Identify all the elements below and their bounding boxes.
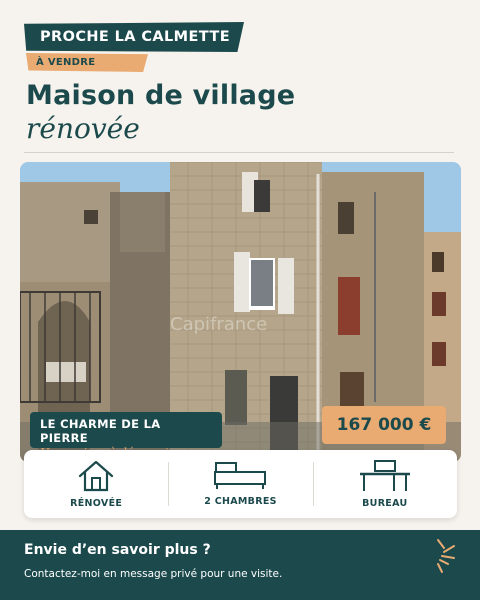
footer-title: Envie d’en savoir plus ?	[24, 542, 211, 558]
feature-renovated: RÉNOVÉE	[24, 450, 168, 518]
desk-icon	[359, 460, 410, 491]
contact-footer: Envie d’en savoir plus ? Contactez-moi e…	[0, 530, 480, 600]
footer-text: Contactez-moi en message privé pour une …	[24, 568, 283, 580]
listing-subtitle: rénovée	[26, 112, 140, 145]
house-icon	[79, 460, 114, 492]
feature-label-office: BUREAU	[362, 498, 408, 509]
charm-caption-box: LE CHARME DE LA PIERRE Une maison à déco…	[30, 412, 222, 459]
location-text: PROCHE LA CALMETTE	[40, 29, 231, 45]
price-badge: 167 000 €	[322, 406, 446, 444]
price-value: 167 000 €	[336, 415, 432, 435]
features-panel: RÉNOVÉE 2 CHAMBRES BUREAU	[24, 450, 457, 518]
sale-status-text: À VENDRE	[36, 57, 96, 68]
charm-title: LE CHARME DE LA PIERRE	[40, 417, 161, 445]
feature-label-renovated: RÉNOVÉE	[70, 498, 123, 509]
feature-bedrooms: 2 CHAMBRES	[168, 450, 312, 518]
sparkle-icon	[437, 539, 455, 573]
bed-icon	[214, 462, 267, 489]
listing-title: Maison de village	[26, 80, 296, 111]
feature-office: BUREAU	[312, 450, 457, 518]
photo-watermark: Capifrance	[170, 314, 267, 335]
feature-label-bedrooms: 2 CHAMBRES	[204, 496, 277, 507]
header-divider	[24, 152, 454, 153]
sale-status-tag: À VENDRE	[26, 53, 148, 72]
location-banner: PROCHE LA CALMETTE	[24, 22, 244, 52]
